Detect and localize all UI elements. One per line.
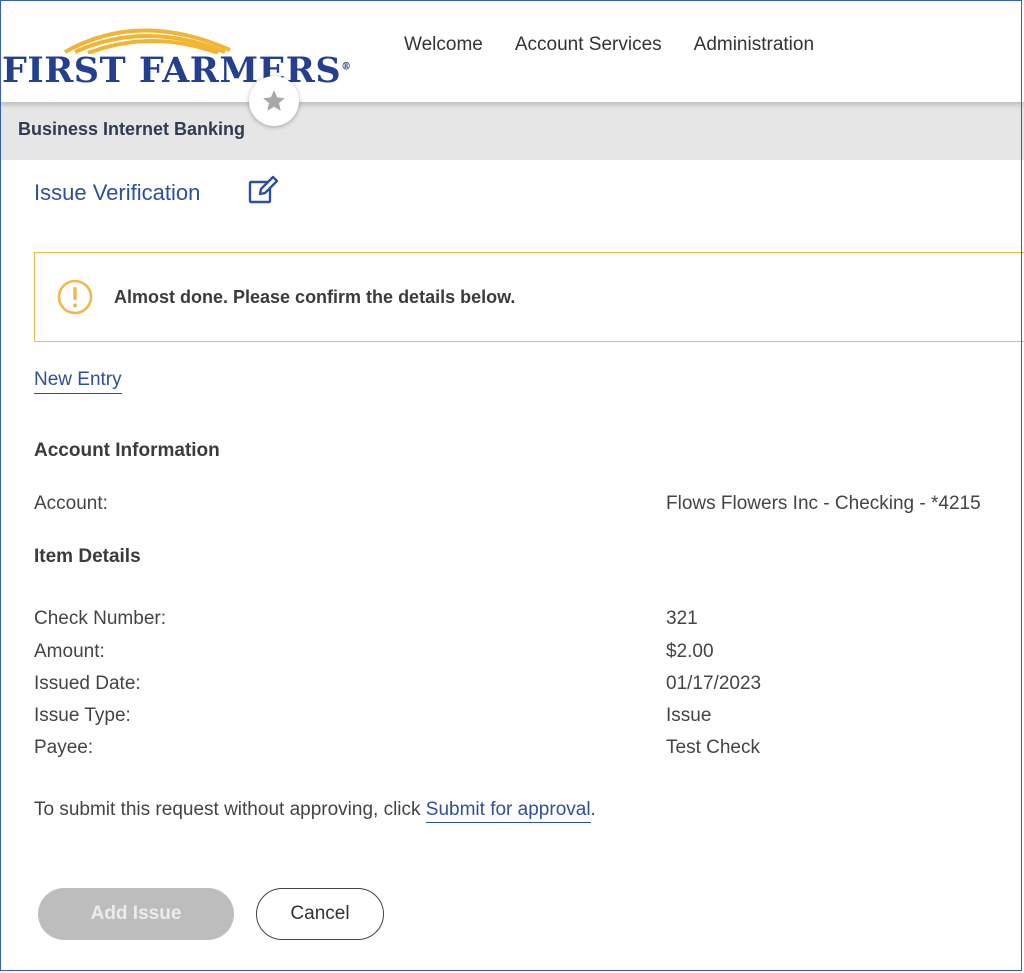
- account-label: Account:: [34, 493, 108, 514]
- item-details-heading: Item Details: [34, 546, 141, 567]
- confirmation-alert: Almost done. Please confirm the details …: [34, 252, 1024, 342]
- page-title: Issue Verification: [34, 180, 201, 205]
- favorite-button[interactable]: [249, 76, 299, 126]
- payee-label: Payee:: [34, 737, 94, 758]
- add-issue-button[interactable]: Add Issue: [38, 888, 234, 940]
- submit-suffix: .: [590, 799, 596, 820]
- subheader-bar: Business Internet Banking: [0, 102, 1024, 160]
- first-farmers-logo[interactable]: FIRST FARMERS®: [0, 8, 351, 91]
- check-number-value: 321: [666, 608, 698, 629]
- main-nav: Welcome Account Services Administration: [404, 34, 814, 56]
- nav-administration[interactable]: Administration: [694, 34, 814, 56]
- issued-date-label: Issued Date:: [34, 673, 141, 694]
- alert-message: Almost done. Please confirm the details …: [114, 287, 516, 307]
- issue-type-label: Issue Type:: [34, 705, 131, 726]
- exclamation-circle-icon: [57, 279, 93, 315]
- account-info-heading: Account Information: [34, 440, 220, 461]
- subheader-title: Business Internet Banking: [18, 119, 246, 139]
- amount-value: $2.00: [666, 641, 714, 662]
- new-entry-link[interactable]: New Entry: [34, 369, 122, 394]
- check-number-label: Check Number:: [34, 608, 166, 629]
- edit-icon[interactable]: [246, 174, 280, 208]
- submit-instructions: To submit this request without approving…: [34, 799, 596, 823]
- submit-prefix: To submit this request without approving…: [34, 799, 426, 820]
- logo-arc-icon: [64, 28, 231, 54]
- star-icon: [263, 90, 285, 111]
- registered-mark: ®: [341, 61, 352, 73]
- nav-welcome[interactable]: Welcome: [404, 34, 483, 56]
- logo-wordmark: FIRST FARMERS®: [2, 50, 352, 91]
- submit-for-approval-link[interactable]: Submit for approval: [425, 799, 591, 823]
- issue-type-value: Issue: [666, 705, 712, 726]
- top-header: FIRST FARMERS® Welcome Account Services …: [0, 0, 1024, 102]
- payee-value: Test Check: [666, 737, 760, 758]
- issued-date-value: 01/17/2023: [666, 673, 762, 694]
- amount-label: Amount:: [34, 641, 105, 662]
- account-value: Flows Flowers Inc - Checking - *4215: [666, 493, 981, 514]
- nav-account-services[interactable]: Account Services: [515, 34, 662, 56]
- cancel-button[interactable]: Cancel: [256, 888, 384, 940]
